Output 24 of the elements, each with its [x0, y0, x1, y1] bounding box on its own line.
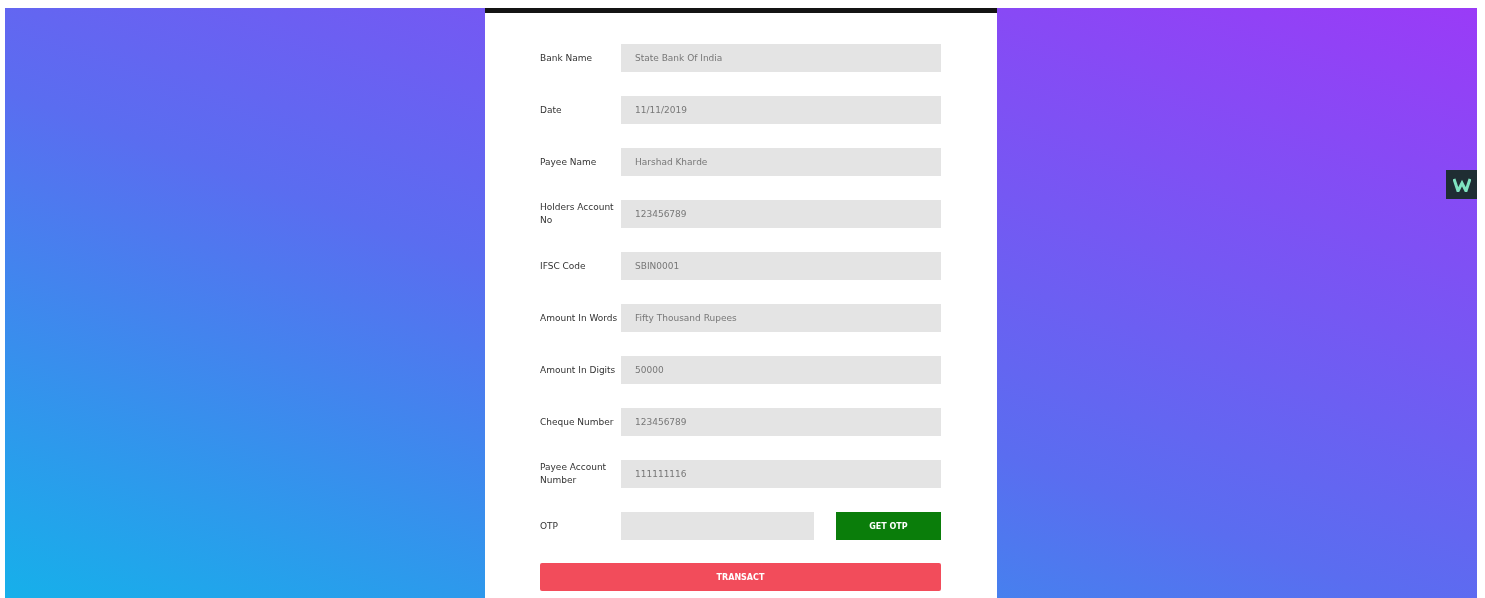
field-label: Date	[540, 103, 563, 117]
input-field[interactable]: 111111116	[621, 460, 941, 488]
field-label: Amount In Words	[540, 311, 619, 325]
input-field[interactable]: SBIN0001	[621, 252, 941, 280]
input-field[interactable]: 123456789	[621, 200, 941, 228]
input-field[interactable]: State Bank Of India	[621, 44, 941, 72]
otp-input-field[interactable]	[621, 512, 814, 540]
field-label: Bank Name	[540, 51, 594, 65]
field-label: IFSC Code	[540, 259, 587, 273]
logo-badge[interactable]	[1446, 170, 1477, 199]
get-otp-button[interactable]: GET OTP	[836, 512, 941, 540]
transact-button[interactable]: TRANSACT	[540, 563, 941, 591]
field-label: OTP	[540, 519, 559, 533]
field-label: Holders Account No	[540, 201, 615, 227]
w-logo-icon	[1452, 177, 1471, 192]
field-label: Cheque Number	[540, 415, 615, 429]
field-label: Amount In Digits	[540, 363, 617, 377]
field-label: Payee Account Number	[540, 461, 608, 487]
input-field[interactable]: 11/11/2019	[621, 96, 941, 124]
input-field[interactable]: Harshad Kharde	[621, 148, 941, 176]
field-label: Payee Name	[540, 155, 598, 169]
input-field[interactable]: 50000	[621, 356, 941, 384]
input-field[interactable]: Fifty Thousand Rupees	[621, 304, 941, 332]
input-field[interactable]: 123456789	[621, 408, 941, 436]
